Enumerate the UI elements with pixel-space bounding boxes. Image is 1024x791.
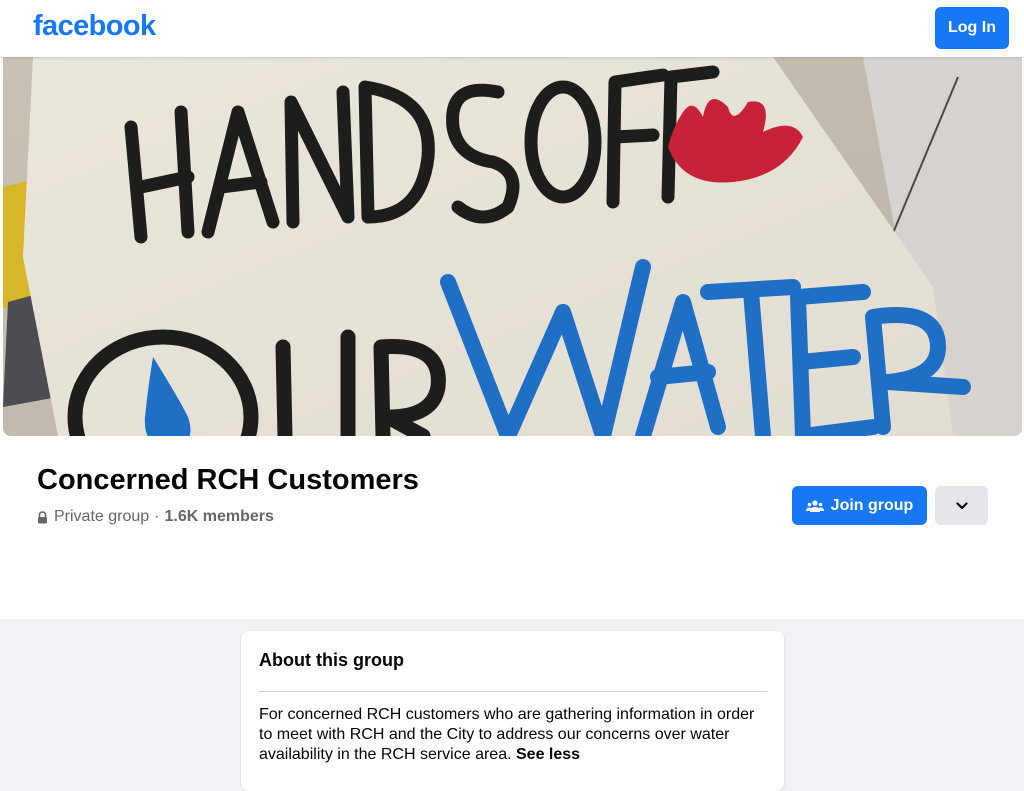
about-description: For concerned RCH customers who are gath… bbox=[259, 705, 769, 765]
privacy-label[interactable]: Private group bbox=[54, 508, 149, 526]
about-description-text: For concerned RCH customers who are gath… bbox=[259, 706, 755, 763]
meta-separator: · bbox=[154, 508, 160, 525]
cover-photo-image bbox=[3, 57, 1022, 436]
chevron-down-icon bbox=[955, 501, 968, 510]
cover-photo[interactable] bbox=[3, 57, 1022, 436]
see-less-link[interactable]: See less bbox=[516, 746, 580, 763]
more-options-button[interactable] bbox=[935, 486, 988, 525]
group-header: Concerned RCH Customers Private group · … bbox=[0, 57, 1024, 619]
join-group-button[interactable]: Join group bbox=[792, 486, 927, 525]
top-navigation-bar: facebook Log In bbox=[0, 0, 1024, 57]
log-in-button[interactable]: Log In bbox=[935, 7, 1009, 49]
member-count[interactable]: 1.6K members bbox=[165, 508, 274, 526]
join-group-label: Join group bbox=[830, 496, 914, 514]
about-title: About this group bbox=[259, 650, 404, 670]
lock-icon bbox=[37, 510, 48, 524]
about-divider bbox=[259, 691, 767, 692]
facebook-logo[interactable]: facebook bbox=[33, 10, 156, 43]
group-meta: Private group · 1.6K members bbox=[37, 508, 274, 526]
group-icon bbox=[805, 499, 824, 513]
group-name[interactable]: Concerned RCH Customers bbox=[37, 464, 419, 497]
about-card: About this group For concerned RCH custo… bbox=[241, 631, 784, 791]
